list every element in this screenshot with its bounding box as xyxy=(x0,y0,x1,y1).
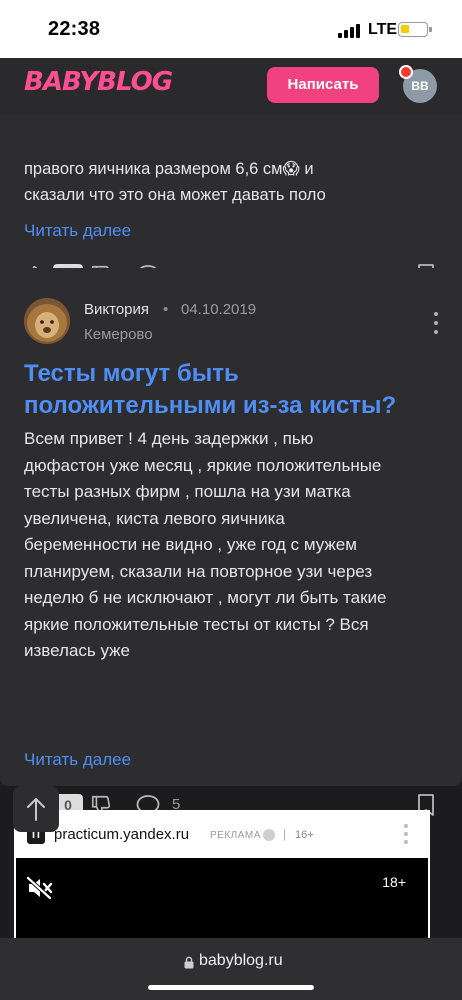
read-more-link[interactable]: Читать далее xyxy=(24,750,131,770)
post-card: Виктория • 04.10.2019 Кемерово Тесты мог… xyxy=(0,268,462,817)
arrow-up-icon xyxy=(27,798,45,821)
read-more-link[interactable]: Читать далее xyxy=(24,221,131,241)
post-snippet-line: сказали что это она может давать поло xyxy=(24,186,326,204)
status-bar: 22:38 LTE xyxy=(0,0,462,58)
video-age-badge: 18+ xyxy=(382,874,406,890)
author-avatar[interactable] xyxy=(24,298,70,344)
post-body: Всем привет ! 4 день задержки , пью дюфа… xyxy=(24,429,387,660)
post-date: 04.10.2019 xyxy=(181,301,257,318)
babyblog-logo[interactable]: BABYBLOG xyxy=(24,67,173,97)
ad-label: РЕКЛАМА xyxy=(210,830,261,841)
ad-video[interactable]: 18+ xyxy=(16,858,428,938)
ad-header: П practicum.yandex.ru РЕКЛАМА | 16+ xyxy=(14,810,430,858)
ad-separator: | xyxy=(283,827,287,841)
home-indicator xyxy=(148,985,314,990)
ad-banner[interactable]: П practicum.yandex.ru РЕКЛАМА | 16+ 18+ xyxy=(14,810,430,938)
status-time: 22:38 xyxy=(48,18,101,40)
lock-icon xyxy=(184,956,194,969)
scroll-to-top-button[interactable] xyxy=(13,786,59,832)
lion-avatar-image xyxy=(24,298,70,344)
yandex-icon xyxy=(263,829,275,841)
site-header: BABYBLOG Написать BB xyxy=(0,58,462,114)
browser-address-bar[interactable]: babyblog.ru xyxy=(0,938,462,1000)
url-text[interactable]: babyblog.ru xyxy=(199,952,283,970)
network-type: LTE xyxy=(368,21,398,38)
author-city: Кемерово xyxy=(84,326,153,343)
post-title[interactable]: Тесты могут быть положительными из-за ки… xyxy=(24,358,444,422)
signal-icon xyxy=(338,24,362,38)
meta-separator: • xyxy=(163,301,169,318)
battery-icon xyxy=(398,22,432,37)
page-content[interactable]: правого яичника размером 6,6 см😱 и сказа… xyxy=(0,58,462,938)
ad-menu-icon[interactable] xyxy=(404,824,408,844)
post-snippet-line: правого яичника размером 6,6 см😱 и xyxy=(24,160,314,178)
write-post-button[interactable]: Написать xyxy=(267,67,379,103)
ad-domain[interactable]: practicum.yandex.ru xyxy=(54,826,189,843)
author-name[interactable]: Виктория xyxy=(84,301,149,318)
mute-icon[interactable] xyxy=(26,876,54,900)
notification-dot xyxy=(399,65,413,79)
ad-age-rating: 16+ xyxy=(295,829,314,841)
more-options-icon[interactable] xyxy=(433,312,439,334)
